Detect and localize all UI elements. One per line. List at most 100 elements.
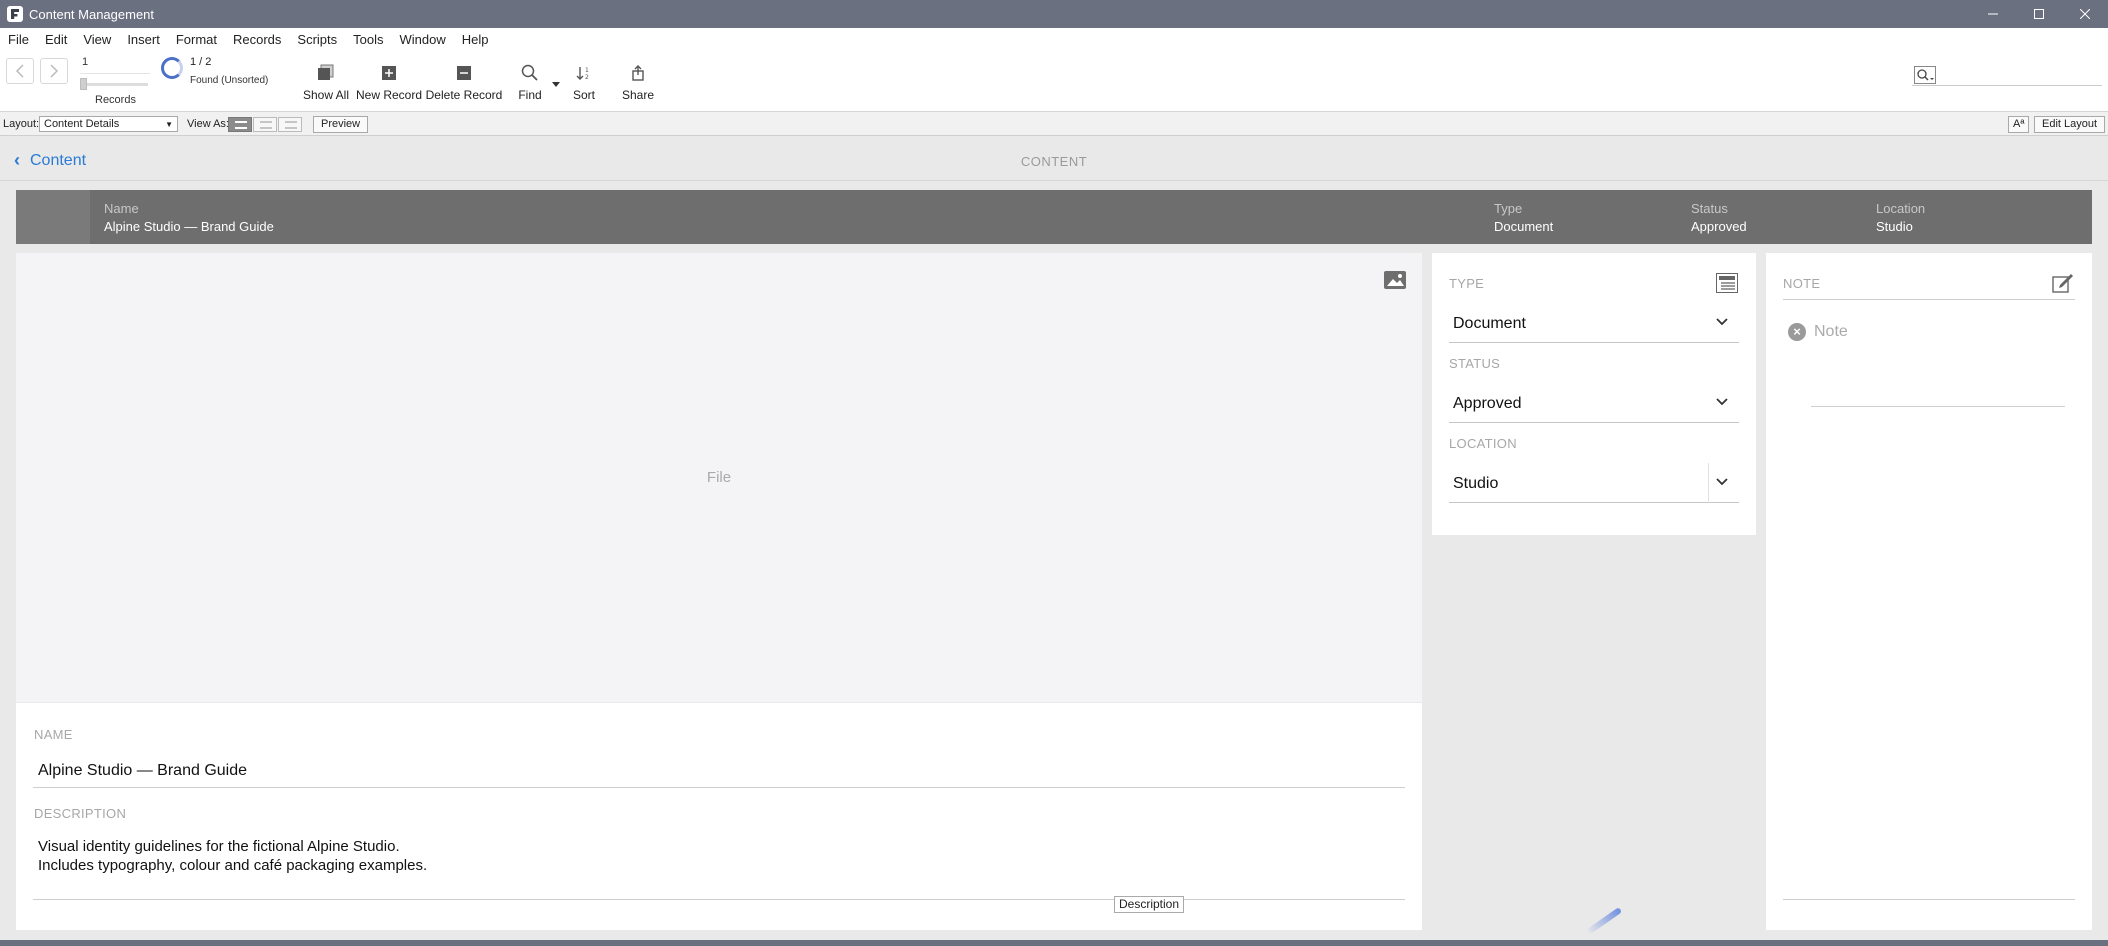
summary-location-key: Location [1876,201,1926,216]
note-underline [1811,406,2065,407]
name-label: NAME [34,727,73,742]
title-bar: Content Management [0,0,2108,28]
summary-name-key: Name [104,201,139,216]
view-as-form-button[interactable] [228,117,252,132]
summary-location-value: Studio [1876,219,1913,234]
preview-button[interactable]: Preview [313,116,369,133]
menu-insert[interactable]: Insert [119,32,168,47]
image-icon[interactable] [1384,271,1406,294]
status-value: Approved [1453,395,1522,412]
location-value: Studio [1453,475,1499,492]
record-slider[interactable] [80,78,148,90]
pen-stroke-mark [1585,907,1623,935]
close-button[interactable] [2062,0,2108,28]
svg-text:1: 1 [585,67,589,74]
menu-window[interactable]: Window [392,32,454,47]
menu-view[interactable]: View [75,32,119,47]
share-label: Share [621,88,655,102]
menu-file[interactable]: File [0,32,37,47]
chevron-right-icon [50,64,59,78]
chevron-down-icon [1715,394,1729,412]
find-button[interactable]: Find [514,58,546,102]
slider-knob[interactable] [80,78,87,90]
sort-label: Sort [572,88,595,102]
summary-name: Name Alpine Studio — Brand Guide [104,201,274,234]
status-toolbar: 1 Records 1 / 2 Found (Unsorted) Show Al… [0,50,2108,112]
layout-select[interactable]: Content Details ▼ [39,116,178,132]
sort-icon: 12 [576,58,592,88]
new-record-label: New Record [355,88,423,102]
location-label: LOCATION [1449,436,1517,451]
note-label: NOTE [1783,276,1821,291]
menu-help[interactable]: Help [454,32,497,47]
clear-note-icon[interactable]: × [1788,323,1806,341]
record-summary-band: Name Alpine Studio — Brand Guide Type Do… [16,190,2092,244]
summary-type-value: Document [1494,219,1554,234]
quick-find-input[interactable] [1912,64,2102,86]
layout-select-value: Content Details [44,118,120,130]
menu-records[interactable]: Records [225,32,289,47]
description-underline [33,899,1405,900]
summary-status-key: Status [1691,201,1728,216]
svg-text:2: 2 [585,74,589,81]
record-number-input[interactable]: 1 [80,56,150,74]
file-placeholder: File [706,469,732,486]
new-record-button[interactable]: New Record [355,58,423,102]
note-header-divider [1783,299,2075,300]
records-label: Records [95,94,136,106]
summary-name-value: Alpine Studio — Brand Guide [104,219,274,234]
chevron-down-icon [1715,314,1729,332]
delete-record-button[interactable]: Delete Record [425,58,503,102]
chevron-down-icon [1715,474,1729,492]
description-line-2[interactable]: Includes typography, colour and café pac… [38,857,427,874]
next-record-button[interactable] [40,58,68,84]
attributes-panel: TYPE Document STATUS Approved LOCATION S… [1432,253,1756,535]
summary-status-value: Approved [1691,219,1747,234]
menu-format[interactable]: Format [168,32,225,47]
show-all-label: Show All [302,88,350,102]
note-field[interactable]: Note [1814,323,1848,341]
sort-button[interactable]: 12 Sort [568,58,600,102]
summary-type-key: Type [1494,201,1523,216]
chevron-left-icon [15,64,24,78]
window-controls [1970,0,2108,28]
menu-bar: File Edit View Insert Format Records Scr… [0,28,2108,50]
show-all-button[interactable]: Show All [300,58,352,102]
menu-edit[interactable]: Edit [37,32,75,47]
menu-tools[interactable]: Tools [345,32,391,47]
name-field[interactable]: Alpine Studio — Brand Guide [38,762,247,780]
type-label: TYPE [1449,276,1485,291]
find-dropdown-arrow-icon[interactable] [552,74,560,92]
magnifier-icon [521,58,539,88]
summary-location: Location Studio [1876,201,1925,234]
summary-status: Status Approved [1691,201,1747,234]
share-icon [631,58,645,88]
view-as-table-button[interactable] [278,117,302,132]
maximize-button[interactable] [2016,0,2062,28]
share-button[interactable]: Share [620,58,656,102]
location-dropdown[interactable]: Studio [1449,463,1739,503]
header-divider [0,180,2108,181]
find-label: Find [518,88,542,102]
type-value: Document [1453,315,1526,332]
status-dropdown[interactable]: Approved [1449,383,1739,423]
list-view-icon [260,121,272,129]
description-label: DESCRIPTION [34,806,127,821]
previous-record-button[interactable] [6,58,34,84]
plus-icon [381,58,397,88]
type-dropdown[interactable]: Document [1449,303,1739,343]
layout-label: Layout: [3,118,40,130]
view-as-list-button[interactable] [253,117,277,132]
edit-note-icon[interactable] [2052,273,2074,298]
edit-layout-button[interactable]: Edit Layout [2034,116,2106,133]
status-label: STATUS [1449,356,1501,371]
file-container-field[interactable]: File [16,253,1422,702]
found-count: 1 / 2 [190,56,212,68]
search-icon [1914,66,1936,89]
dropdown-separator [1708,463,1709,503]
minimize-button[interactable] [1970,0,2016,28]
description-line-1[interactable]: Visual identity guidelines for the ficti… [38,838,400,855]
formatting-bar-button[interactable]: Aª [2008,116,2030,133]
list-detail-icon[interactable] [1716,273,1738,298]
menu-scripts[interactable]: Scripts [289,32,345,47]
